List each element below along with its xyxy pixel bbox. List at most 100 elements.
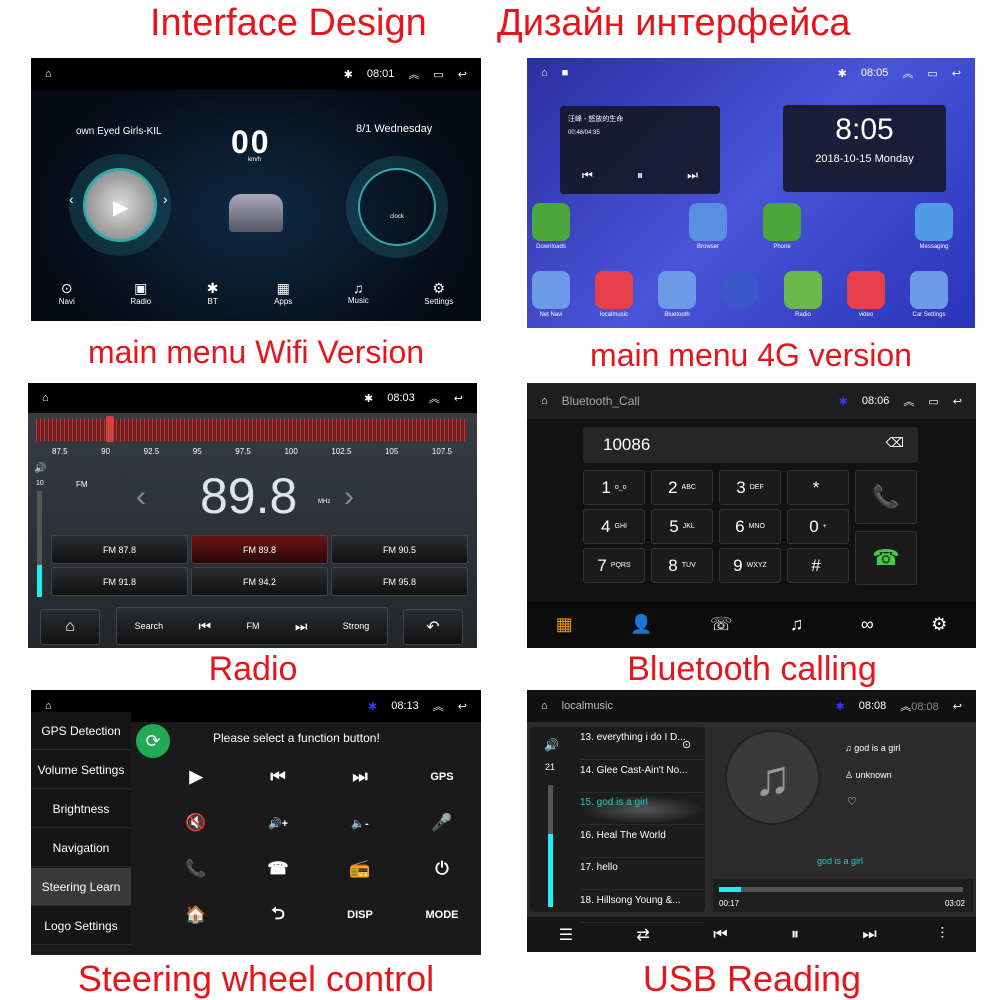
call-button[interactable]: 📞 [855,470,917,524]
menu-item[interactable]: Steering Learn [31,868,131,906]
app-icon[interactable]: localmusic [595,271,633,318]
menu-item[interactable]: Logo Settings [31,907,131,945]
app-icon[interactable]: Net Navi [532,271,570,318]
scale-marker[interactable] [106,416,114,442]
song-item[interactable]: 13. everything i do I D... [580,730,705,760]
back-icon[interactable]: ↩ [458,700,467,713]
function-button[interactable]: DISP [340,900,380,930]
menu-item[interactable]: Navigation [31,829,131,867]
home-icon[interactable]: ⌂ [541,700,548,712]
home-button[interactable]: ⌂ [40,609,100,645]
dial-key[interactable]: 8 TUV [651,548,713,583]
expand-icon[interactable]: ︽ [433,698,444,714]
app-icon[interactable]: Phone [763,203,801,250]
next-icon[interactable]: ⏭ [687,168,698,183]
next-station-icon[interactable]: › [344,480,354,514]
dialpad-icon[interactable]: ▦ [556,614,573,635]
dial-key[interactable]: 0 + [787,509,849,544]
function-button[interactable]: ⏮ [258,762,298,792]
back-icon[interactable]: ↩ [953,395,962,408]
song-item[interactable]: 15. god is a girl [580,795,705,825]
next-icon[interactable]: › [163,191,168,207]
function-button[interactable]: GPS [422,762,462,792]
frequency-scale[interactable] [36,419,466,441]
function-button[interactable]: ⏻ [422,854,462,884]
function-button[interactable]: ▶ [176,762,216,792]
function-button[interactable]: ⮌ [258,900,298,930]
call-log-icon[interactable]: ☏ [710,614,733,635]
play-icon[interactable]: ▶ [113,195,128,220]
dial-key[interactable]: 7 PQRS [583,548,645,583]
prev-icon[interactable]: ‹ [69,191,74,207]
function-button[interactable]: 🏠 [176,900,216,930]
preset-button[interactable]: FM 91.8 [51,567,188,596]
app-icon[interactable]: video [847,271,885,318]
pause-icon[interactable]: ⏸ [791,926,799,944]
progress-bar[interactable] [719,887,963,892]
next-icon[interactable]: ⏭ [862,926,876,944]
band-button[interactable]: FM [247,621,260,631]
dial-key[interactable]: 1 o_o [583,470,645,505]
dial-key[interactable]: 4 GHI [583,509,645,544]
song-item[interactable]: 17. hello [580,860,705,890]
favorite-icon[interactable]: ♡ [847,795,857,808]
pause-icon[interactable]: ⏸ [637,168,643,183]
strong-button[interactable]: Strong [343,621,370,631]
dial-key[interactable]: 9 WXYZ [719,548,781,583]
function-button[interactable]: 📞 [176,854,216,884]
nav-radio[interactable]: ▣ Radio [130,280,151,306]
back-icon[interactable]: ↩ [952,67,961,80]
next-icon[interactable]: ⏭ [295,618,308,635]
back-button[interactable]: ↶ [403,609,463,645]
app-icon[interactable]: Messaging [915,203,953,250]
expand-icon[interactable]: ︽08:08 [900,698,939,714]
recents-icon[interactable]: ▭ [928,395,938,408]
volume-slider[interactable] [548,785,553,907]
expand-icon[interactable]: ︽ [903,393,914,409]
dial-key[interactable]: 5 JKL [651,509,713,544]
function-button[interactable]: 🎤 [422,808,462,838]
nav-bt[interactable]: ✱ BT [207,280,219,306]
prev-icon[interactable]: ⏮ [582,168,593,183]
music-icon[interactable]: ♫ [790,614,804,635]
function-button[interactable]: 🔊+ [258,808,298,838]
home-icon[interactable]: ⌂ [45,700,52,712]
song-item[interactable]: 16. Heal The World [580,828,705,858]
preset-button[interactable]: FM 94.2 [191,567,328,596]
expand-icon[interactable]: ︽ [902,65,913,81]
menu-item[interactable]: Volume Settings [31,751,131,789]
home-icon[interactable]: ⌂ [42,392,49,404]
back-icon[interactable]: ↩ [454,392,463,405]
expand-icon[interactable]: ︽ [408,66,419,82]
function-button[interactable]: 🔈- [340,808,380,838]
dial-key[interactable]: * [787,470,849,505]
app-drawer-button[interactable] [721,271,759,312]
app-icon[interactable]: Car Settings [910,271,948,318]
function-button[interactable]: ☎ [258,854,298,884]
preset-button[interactable]: FM 87.8 [51,535,188,564]
app-icon[interactable]: Browser [689,203,727,250]
volume-slider[interactable] [37,491,42,597]
preset-button[interactable]: FM 95.8 [331,567,468,596]
song-item[interactable]: 14. Glee Cast-Ain't No... [580,763,705,793]
refresh-icon[interactable]: ⟳ [136,724,170,758]
function-button[interactable]: MODE [422,900,462,930]
dial-key[interactable]: 2 ABC [651,470,713,505]
menu-item[interactable]: Brightness [31,790,131,828]
function-button[interactable]: 🔇 [176,808,216,838]
prev-icon[interactable]: ⏮ [199,618,212,635]
expand-icon[interactable]: ︽ [429,390,440,406]
function-button[interactable]: ⏭ [340,762,380,792]
app-icon[interactable]: Radio [784,271,822,318]
nav-music[interactable]: ♫ Music [348,280,369,306]
link-icon[interactable]: ∞ [861,614,874,635]
preset-button[interactable]: FM 89.8 [191,535,328,564]
nav-navi[interactable]: ⊙ Navi [59,280,75,306]
home-icon[interactable]: ⌂ [45,68,52,80]
nav-settings[interactable]: ⚙ Settings [424,280,453,306]
album-art[interactable]: ▶ [83,168,157,242]
prev-icon[interactable]: ⏮ [713,926,727,944]
preset-button[interactable]: FM 90.5 [331,535,468,564]
home-icon[interactable]: ⌂ [541,395,548,407]
back-icon[interactable]: ↩ [953,700,962,713]
